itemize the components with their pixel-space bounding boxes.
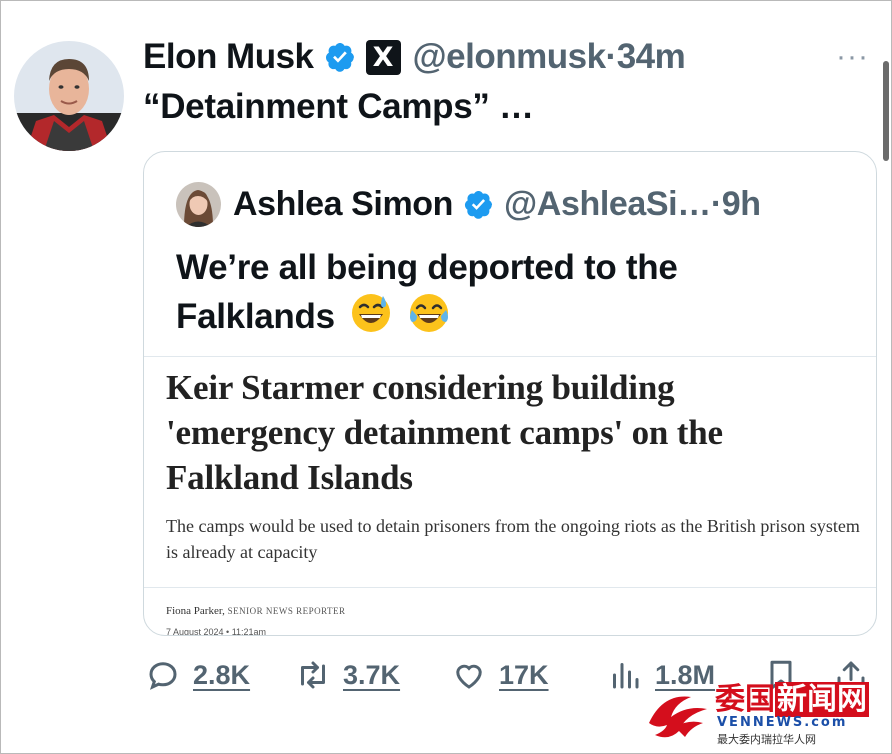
heart-icon bbox=[456, 664, 482, 689]
watermark: 委国新闻网 VENNEWS.com 最大委内瑞拉华人网 bbox=[645, 682, 885, 747]
tweet-header: Elon Musk X @elonmusk·34m bbox=[143, 37, 686, 77]
reply-button[interactable]: 2.8K bbox=[145, 657, 250, 693]
like-count: 17K bbox=[499, 659, 549, 690]
watermark-title-part1: 委国 bbox=[715, 682, 775, 717]
author-avatar[interactable] bbox=[14, 41, 124, 151]
repost-icon bbox=[301, 661, 325, 689]
tweet-time: 34m bbox=[616, 37, 686, 76]
author-name[interactable]: Elon Musk bbox=[143, 37, 314, 77]
grinning-face-with-sweat-icon bbox=[352, 294, 391, 332]
more-options-icon[interactable]: ··· bbox=[836, 42, 869, 72]
quoted-tweet-text: We’re all being deported to the Falkland… bbox=[176, 244, 816, 341]
watermark-url: VENNEWS.com bbox=[717, 715, 848, 730]
watermark-subtitle: 最大委内瑞拉华人网 bbox=[717, 733, 816, 746]
quoted-tweet-time: 9h bbox=[721, 185, 761, 223]
article-date: 7 August 2024 • 11:21am bbox=[166, 627, 267, 636]
article-headline: Keir Starmer considering building 'emerg… bbox=[166, 368, 723, 497]
watermark-logo-icon bbox=[649, 696, 707, 738]
x-premium-badge-icon: X bbox=[365, 39, 401, 75]
watermark-title-part2: 新闻网 bbox=[775, 682, 869, 717]
watermark-title: 委国新闻网 bbox=[715, 682, 869, 717]
article-byline: Fiona Parker, SENIOR NEWS REPORTER bbox=[166, 605, 346, 617]
views-chart-icon bbox=[613, 663, 639, 689]
article-screenshot: Keir Starmer considering building 'emerg… bbox=[144, 356, 876, 636]
article-author: Fiona Parker, bbox=[166, 605, 225, 617]
article-author-role: SENIOR NEWS REPORTER bbox=[227, 606, 346, 616]
scrollbar[interactable] bbox=[883, 61, 889, 161]
quoted-tweet-header: Ashlea Simon @AshleaSi…·9h bbox=[176, 182, 761, 227]
quoted-author-name[interactable]: Ashlea Simon bbox=[233, 185, 453, 224]
verified-badge-icon bbox=[325, 43, 354, 72]
like-button[interactable]: 17K bbox=[451, 657, 549, 693]
repost-button[interactable]: 3.7K bbox=[295, 657, 400, 693]
quoted-author-handle[interactable]: @AshleaSi…·9h bbox=[504, 185, 761, 224]
reply-icon bbox=[149, 662, 177, 690]
quoted-tweet-card[interactable]: Ashlea Simon @AshleaSi…·9h We’re all bei… bbox=[143, 151, 877, 636]
article-standfirst: The camps would be used to detain prison… bbox=[166, 516, 860, 562]
reply-count: 2.8K bbox=[193, 659, 251, 690]
face-with-tears-of-joy-icon bbox=[409, 294, 448, 332]
author-handle[interactable]: @elonmusk·34m bbox=[413, 37, 686, 77]
article-divider bbox=[144, 587, 876, 588]
quoted-author-avatar[interactable] bbox=[176, 182, 221, 227]
repost-count: 3.7K bbox=[343, 659, 401, 690]
tweet-text: “Detainment Camps” … bbox=[143, 87, 534, 126]
quoted-verified-badge-icon bbox=[464, 190, 493, 219]
